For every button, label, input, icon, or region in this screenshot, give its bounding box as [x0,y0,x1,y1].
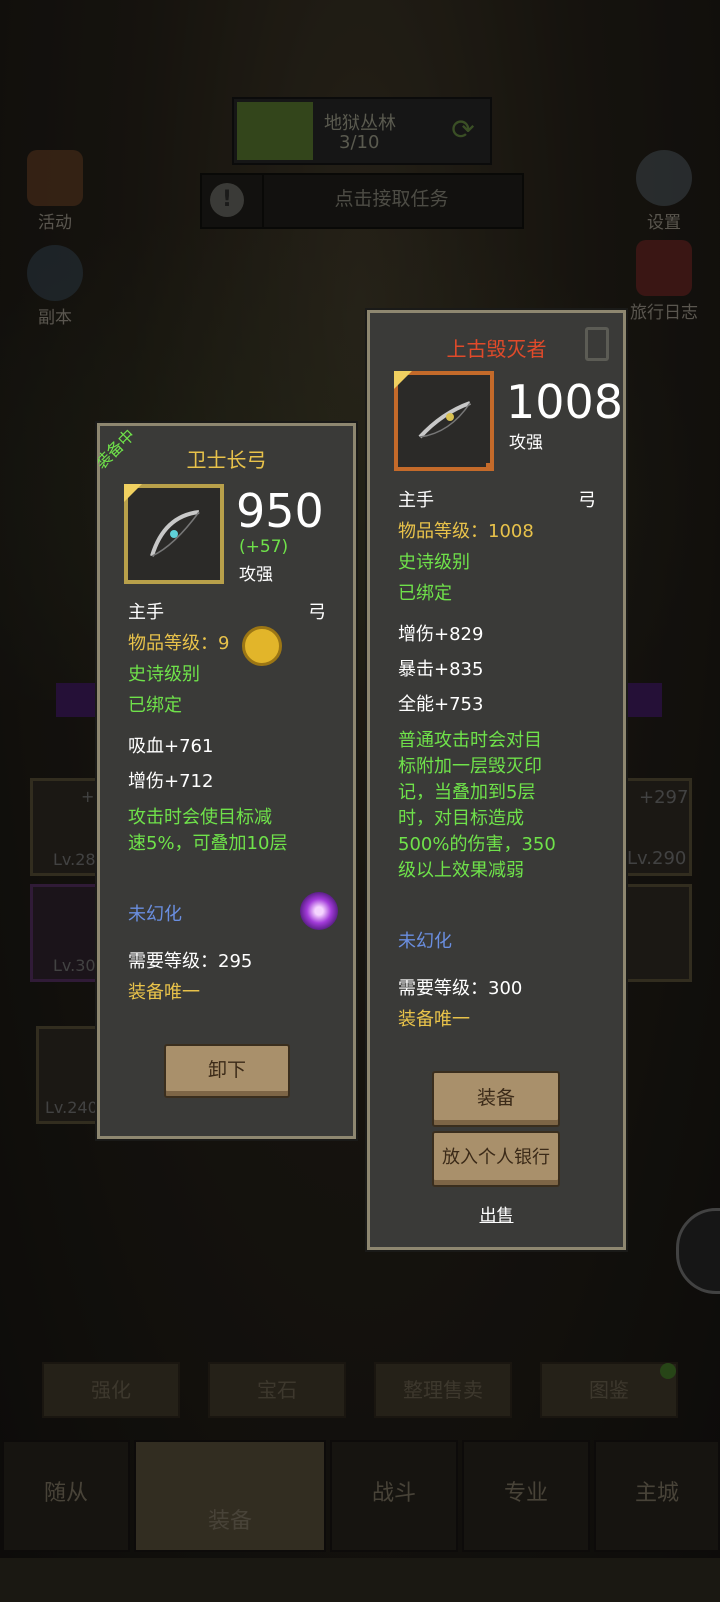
attribute: 增伤+712 [128,771,214,792]
slot-label: 主手 [398,490,434,511]
stat-value: 1008 [506,375,624,429]
stat-name: 攻强 [239,565,273,585]
type-label: 弓 [308,602,326,623]
bow-icon [418,401,471,439]
attribute: 增伤+829 [398,624,484,645]
item-name: 卫士长弓 [186,448,267,472]
attribute: 吸血+761 [128,736,214,757]
effect-text: 时，对目标造成 [398,808,524,829]
slot-label: 主手 [128,602,164,623]
effect-text: 普通攻击时会对目 [398,730,542,751]
unique-label: 装备唯一 [128,982,200,1003]
bound-status: 已绑定 [128,695,182,716]
bow-icon [150,510,200,557]
equipped-item-panel: 装备中 卫士长弓 950 (+57) 攻强 主手 弓 物品等级：9 史诗级别 已… [97,423,356,1139]
type-label: 弓 [578,490,596,511]
required-level: 需要等级：295 [128,951,253,972]
transmog-orb-icon[interactable] [300,892,338,930]
item-level: 物品等级：9 [128,633,230,654]
sell-link[interactable]: 出售 [370,1201,623,1226]
lock-icon[interactable] [585,327,609,361]
transmog-status: 未幻化 [128,904,182,925]
effect-text: 攻击时会使目标减 [128,807,272,828]
new-item-panel: 上古毁灭者 1008 攻强 主手 弓 物品等级：1008 史诗级别 已绑定 增伤… [367,310,626,1250]
effect-text: 500%的伤害，350 [398,834,556,855]
rarity: 史诗级别 [128,664,200,685]
attribute: 暴击+835 [398,659,484,680]
unequip-button[interactable]: 卸下 [164,1044,290,1098]
coin-icon [242,626,282,666]
frame-corner [394,371,412,389]
rarity: 史诗级别 [398,552,470,573]
effect-text: 标附加一层毁灭印 [398,756,542,777]
unique-label: 装备唯一 [398,1009,470,1030]
equip-button[interactable]: 装备 [432,1071,560,1127]
item-icon-frame [124,484,224,584]
bank-button[interactable]: 放入个人银行 [432,1131,560,1187]
stat-name: 攻强 [509,433,543,453]
effect-text: 级以上效果减弱 [398,860,524,881]
effect-text: 记，当叠加到5层 [398,782,536,803]
frame-corner [124,484,142,502]
required-level: 需要等级：300 [398,978,523,999]
bound-status: 已绑定 [398,583,452,604]
stat-diff: (+57) [239,537,289,557]
attribute: 全能+753 [398,694,484,715]
item-icon-frame [394,371,494,471]
transmog-status: 未幻化 [398,931,452,952]
item-level: 物品等级：1008 [398,521,534,542]
effect-text: 速5%，可叠加10层 [128,833,288,854]
stat-value: 950 [236,484,324,538]
frame-corner [486,463,494,471]
